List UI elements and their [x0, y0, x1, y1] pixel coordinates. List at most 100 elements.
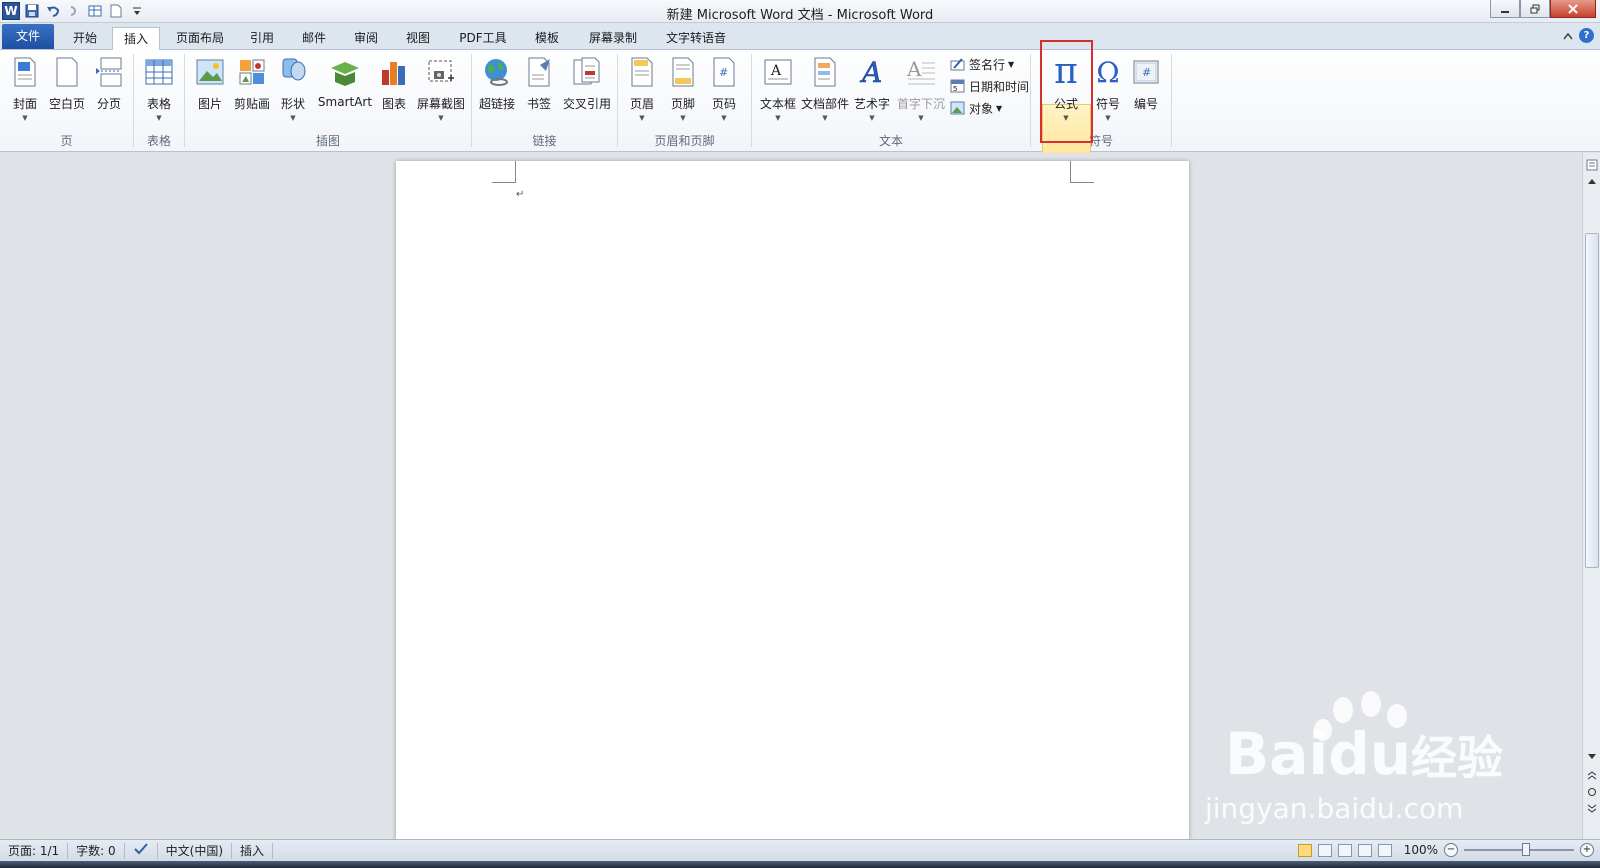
zoom-out-icon[interactable]: − — [1444, 843, 1458, 857]
quick-parts-button[interactable]: 文档部件 ▼ — [800, 54, 850, 130]
bookmark-button[interactable]: 书签 — [521, 54, 557, 130]
calendar-icon: 5 — [950, 79, 966, 93]
tab-page-layout[interactable]: 页面布局 — [165, 27, 235, 50]
language-indicator[interactable]: 中文(中国) — [158, 842, 233, 859]
wordart-button[interactable]: A 艺术字 ▼ — [852, 54, 892, 130]
cover-page-button[interactable]: 封面 ▼ — [6, 54, 44, 130]
ribbon-insert: 封面 ▼ 空白页 分页 页 表格 ▼ 表格 图片 剪贴画 形状 ▼ SmartA… — [0, 50, 1600, 174]
ruler-toggle-icon[interactable] — [1585, 159, 1599, 173]
tab-insert[interactable]: 插入 — [112, 27, 160, 50]
word-count[interactable]: 字数: 0 — [68, 842, 125, 859]
close-icon[interactable] — [1550, 0, 1596, 18]
shapes-icon — [277, 56, 309, 88]
dropdown-arrow-icon: ▼ — [775, 114, 781, 122]
page-count[interactable]: 页面: 1/1 — [0, 842, 69, 859]
drop-cap-button[interactable]: A 首字下沉 ▼ — [896, 54, 946, 130]
signature-pen-icon — [950, 57, 966, 71]
text-box-button[interactable]: A 文本框 ▼ — [757, 54, 799, 130]
insert-mode-indicator[interactable]: 插入 — [232, 842, 274, 859]
dropdown-arrow-icon: ▼ — [438, 114, 444, 122]
table-button[interactable]: 表格 ▼ — [140, 54, 178, 130]
proofing-icon[interactable] — [125, 842, 158, 859]
picture-icon — [194, 56, 226, 88]
tab-file[interactable]: 文件 — [2, 24, 54, 49]
cross-reference-button[interactable]: 交叉引用 — [561, 54, 613, 130]
restore-icon[interactable] — [1520, 0, 1550, 18]
zoom-slider[interactable] — [1464, 843, 1574, 856]
date-time-button[interactable]: 5 日期和时间 — [950, 76, 1029, 96]
scroll-thumb[interactable] — [1585, 233, 1599, 568]
bookmark-icon — [523, 56, 555, 88]
print-layout-view-icon[interactable] — [1297, 843, 1312, 857]
signature-line-button[interactable]: 签名行 ▼ — [950, 54, 1014, 74]
dropdown-arrow-icon: ▼ — [639, 114, 645, 122]
page-break-icon — [93, 56, 125, 88]
hyperlink-button[interactable]: 超链接 — [476, 54, 518, 130]
blank-page-button[interactable]: 空白页 — [46, 54, 88, 130]
cover-page-icon — [9, 56, 41, 88]
tab-screen-record[interactable]: 屏幕录制 — [580, 27, 646, 50]
svg-text:A: A — [859, 57, 882, 87]
full-screen-reading-icon[interactable] — [1317, 843, 1332, 857]
help-icon[interactable]: ? — [1579, 28, 1594, 43]
document-page[interactable]: ↵ — [396, 161, 1189, 839]
tab-references[interactable]: 引用 — [240, 27, 284, 50]
tab-view[interactable]: 视图 — [396, 27, 440, 50]
page-number-button[interactable]: # 页码 ▼ — [706, 54, 742, 130]
group-header-footer-label: 页眉和页脚 — [654, 134, 715, 148]
browse-object-icon[interactable] — [1585, 787, 1599, 801]
next-page-icon[interactable] — [1585, 803, 1599, 817]
dropdown-arrow-icon: ▼ — [918, 114, 924, 122]
footer-button[interactable]: 页脚 ▼ — [665, 54, 701, 130]
svg-text:#: # — [1142, 66, 1151, 79]
chart-button[interactable]: 图表 — [378, 54, 410, 130]
scroll-up-icon[interactable] — [1585, 177, 1599, 191]
page-break-button[interactable]: 分页 — [90, 54, 128, 130]
equation-highlight-box — [1040, 40, 1093, 143]
smartart-icon — [329, 56, 361, 88]
blank-page-icon — [51, 56, 83, 88]
page-number-icon: # — [708, 56, 740, 88]
dropdown-arrow-icon: ▼ — [156, 114, 162, 122]
object-button[interactable]: 对象 ▼ — [950, 98, 1002, 118]
text-box-icon: A — [762, 56, 794, 88]
watermark-cn: 经验 — [1411, 731, 1504, 785]
tab-mailings[interactable]: 邮件 — [292, 27, 336, 50]
paragraph-mark: ↵ — [516, 189, 525, 200]
header-button[interactable]: 页眉 ▼ — [624, 54, 660, 130]
tab-review[interactable]: 审阅 — [344, 27, 388, 50]
shapes-button[interactable]: 形状 ▼ — [276, 54, 310, 130]
clipart-button[interactable]: 剪贴画 — [231, 54, 273, 130]
footer-icon — [667, 56, 699, 88]
draft-view-icon[interactable] — [1377, 843, 1392, 857]
omega-icon: Ω — [1096, 55, 1120, 89]
numbering-icon: # — [1130, 56, 1162, 88]
table-grid-icon — [143, 56, 175, 88]
zoom-slider-knob[interactable] — [1522, 843, 1530, 856]
minimize-icon[interactable] — [1490, 0, 1520, 18]
numbering-button[interactable]: # 编号 — [1128, 54, 1164, 130]
group-pages-label: 页 — [60, 134, 73, 148]
vertical-scrollbar[interactable] — [1582, 153, 1600, 839]
outline-view-icon[interactable] — [1357, 843, 1372, 857]
zoom-level[interactable]: 100% — [1404, 843, 1438, 857]
web-layout-icon[interactable] — [1337, 843, 1352, 857]
quick-parts-icon — [809, 56, 841, 88]
picture-button[interactable]: 图片 — [192, 54, 228, 130]
screenshot-icon — [425, 56, 457, 88]
symbol-button[interactable]: Ω 符号 ▼ — [1090, 54, 1126, 130]
tab-home[interactable]: 开始 — [60, 27, 110, 50]
collapse-ribbon-icon[interactable] — [1563, 32, 1573, 40]
title-bar: W 新建 Microsoft Word 文档 - Microsoft Word — [0, 0, 1600, 23]
smartart-button[interactable]: SmartArt — [315, 54, 375, 130]
previous-page-icon[interactable] — [1585, 771, 1599, 785]
zoom-in-icon[interactable]: + — [1580, 843, 1594, 857]
window-controls — [1490, 0, 1596, 18]
object-icon — [950, 101, 966, 115]
tab-text-to-speech[interactable]: 文字转语音 — [656, 27, 736, 50]
dropdown-arrow-icon: ▼ — [996, 103, 1003, 113]
scroll-down-icon[interactable] — [1585, 753, 1599, 767]
tab-templates[interactable]: 模板 — [525, 27, 569, 50]
screenshot-button[interactable]: 屏幕截图 ▼ — [415, 54, 467, 130]
tab-pdf-tools[interactable]: PDF工具 — [452, 27, 514, 50]
